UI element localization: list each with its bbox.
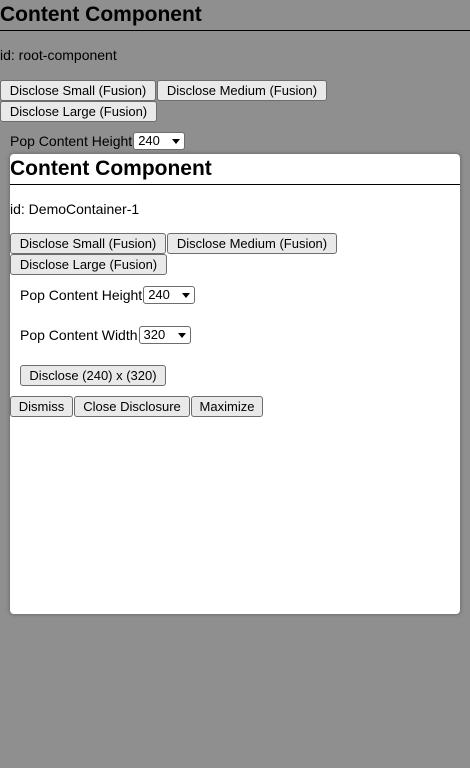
panel-disclose-custom-row: Disclose (240) x (320): [20, 365, 166, 386]
panel-pop-height-label: Pop Content Height: [20, 287, 143, 303]
disclose-custom-button[interactable]: Disclose (240) x (320): [20, 365, 166, 386]
dismiss-button[interactable]: Dismiss: [10, 396, 73, 417]
panel-pop-width-value: 320: [143, 327, 166, 342]
disclose-medium-button[interactable]: Disclose Medium (Fusion): [157, 80, 327, 101]
panel-pop-width-select[interactable]: 320: [138, 326, 191, 344]
disclosure-panel: Content Component id: DemoContainer-1 Di…: [10, 154, 460, 614]
panel-pop-width-field: Pop Content Width 320: [20, 326, 191, 344]
page-title: Content Component: [0, 0, 470, 31]
panel-title: Content Component: [10, 154, 460, 185]
maximize-button[interactable]: Maximize: [191, 396, 263, 417]
panel-pop-width-label: Pop Content Width: [20, 327, 138, 343]
panel-disclose-row-2: Disclose Large (Fusion): [10, 254, 167, 275]
chevron-down-icon: [182, 292, 191, 298]
panel-disclose-small-button[interactable]: Disclose Small (Fusion): [10, 233, 166, 254]
root-disclose-row: Disclose Small (Fusion) Disclose Medium …: [0, 80, 327, 101]
panel-pop-height-value: 240: [148, 287, 170, 302]
chevron-down-icon: [177, 332, 186, 338]
panel-pop-height-select[interactable]: 240: [143, 286, 196, 304]
panel-pop-height-field: Pop Content Height 240: [20, 286, 196, 304]
close-disclosure-button[interactable]: Close Disclosure: [74, 396, 190, 417]
root-id-label: id: root-component: [0, 47, 117, 63]
pop-height-label: Pop Content Height: [10, 133, 133, 149]
panel-disclose-large-button[interactable]: Disclose Large (Fusion): [10, 254, 167, 275]
pop-height-select[interactable]: 240: [133, 132, 186, 150]
panel-id-label: id: DemoContainer-1: [10, 201, 140, 217]
root-disclose-row-2: Disclose Large (Fusion): [0, 101, 157, 122]
root-pop-height-field: Pop Content Height 240: [10, 132, 186, 150]
disclose-large-button[interactable]: Disclose Large (Fusion): [0, 101, 157, 122]
chevron-down-icon: [172, 138, 181, 144]
panel-actions-row: Dismiss Close Disclosure Maximize: [10, 396, 263, 417]
panel-disclose-medium-button[interactable]: Disclose Medium (Fusion): [167, 233, 337, 254]
panel-disclose-row: Disclose Small (Fusion) Disclose Medium …: [10, 233, 337, 254]
pop-height-value: 240: [138, 133, 160, 148]
disclose-small-button[interactable]: Disclose Small (Fusion): [0, 80, 156, 101]
